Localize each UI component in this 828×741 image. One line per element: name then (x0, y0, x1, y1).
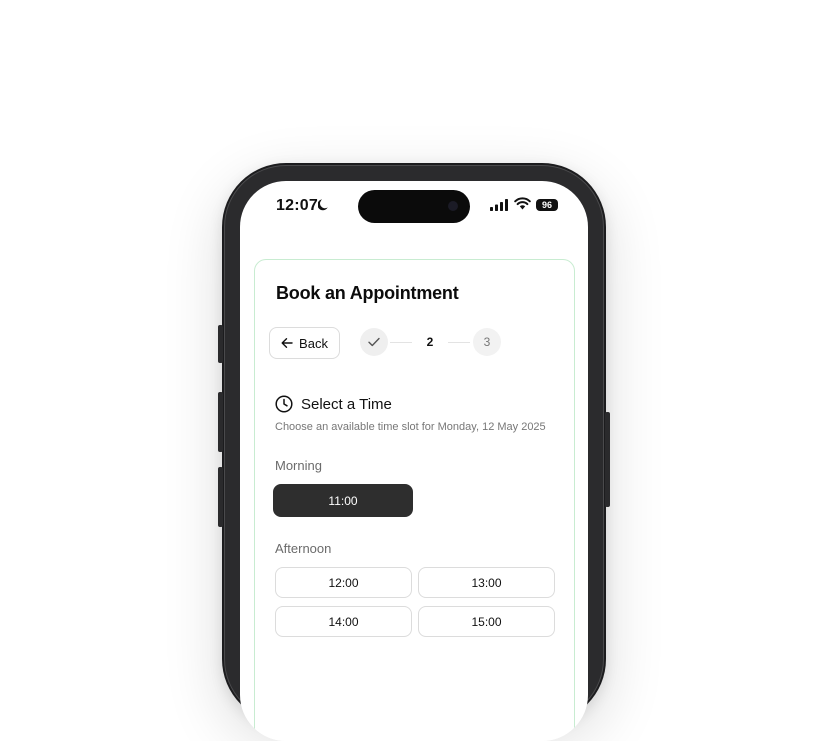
phone-screen: 12:07 96 Book an Appointment Back 2 3 Se… (240, 181, 588, 741)
dynamic-island (358, 190, 470, 223)
section-subtitle: Choose an available time slot for Monday… (275, 421, 546, 433)
section-heading: Select a Time (275, 395, 392, 413)
volume-up-button (218, 392, 223, 452)
battery-indicator: 96 (536, 199, 558, 211)
step-1-completed (360, 328, 388, 356)
time-slot-selected[interactable]: 11:00 (273, 484, 413, 517)
action-button (218, 325, 223, 363)
time-slot[interactable]: 12:00 (275, 567, 412, 598)
volume-down-button (218, 467, 223, 527)
power-button (605, 412, 610, 507)
step-2-current: 2 (426, 335, 434, 349)
moon-icon (318, 199, 328, 211)
cellular-signal-icon (490, 199, 508, 211)
arrow-left-icon (281, 338, 293, 348)
check-icon (368, 337, 380, 347)
booking-card: Book an Appointment Back 2 3 Select a Ti… (254, 259, 575, 741)
clock-icon (275, 395, 293, 413)
time-slot[interactable]: 13:00 (418, 567, 555, 598)
section-title: Select a Time (301, 395, 392, 413)
step-connector (390, 342, 412, 343)
back-button[interactable]: Back (269, 327, 340, 359)
wifi-icon (514, 197, 531, 210)
step-connector (448, 342, 470, 343)
page-title: Book an Appointment (276, 283, 459, 303)
morning-label: Morning (275, 458, 322, 473)
back-button-label: Back (299, 335, 328, 351)
time-slot[interactable]: 14:00 (275, 606, 412, 637)
status-time: 12:07 (276, 197, 318, 214)
step-3-upcoming: 3 (473, 328, 501, 356)
afternoon-label: Afternoon (275, 541, 332, 556)
camera-icon (448, 201, 458, 211)
time-slot[interactable]: 15:00 (418, 606, 555, 637)
